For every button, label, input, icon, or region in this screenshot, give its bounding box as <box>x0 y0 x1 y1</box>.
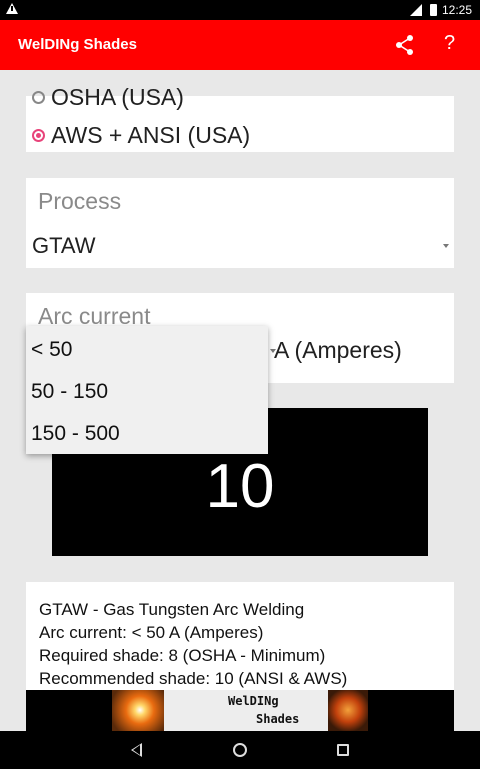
main-content: OSHA (USA) AWS + ANSI (USA) Process GTAW… <box>0 70 480 690</box>
info-arc-line: Arc current: < 50 A (Amperes) <box>39 623 264 642</box>
standard-card: OSHA (USA) AWS + ANSI (USA) <box>26 84 454 152</box>
ad-title-line2: Shades <box>256 712 300 726</box>
app-bar: WelDINg Shades ? <box>0 20 480 70</box>
dropdown-option[interactable]: 150 - 500 <box>31 422 120 446</box>
battery-icon <box>430 4 437 16</box>
radio-label: AWS + ANSI (USA) <box>51 122 251 148</box>
share-icon[interactable] <box>394 34 416 56</box>
shade-value: 10 <box>205 451 275 521</box>
arc-current-dropdown: < 50 50 - 150 150 - 500 <box>26 326 268 454</box>
system-nav-bar <box>0 731 480 769</box>
ad-title-line1: WelDINg <box>228 694 279 708</box>
status-time: 12:25 <box>442 3 473 17</box>
process-card: Process GTAW <box>26 178 454 268</box>
chevron-down-icon[interactable] <box>443 244 449 248</box>
help-button[interactable]: ? <box>444 32 455 55</box>
radio-aws-ansi[interactable]: AWS + ANSI (USA) <box>32 122 250 149</box>
signal-icon <box>410 4 422 16</box>
dropdown-option[interactable]: < 50 <box>31 338 72 362</box>
welding-helmet-image <box>328 690 368 731</box>
info-text: GTAW - Gas Tungsten Arc Welding Arc curr… <box>39 598 347 690</box>
warning-icon <box>6 3 18 14</box>
radio-circle-icon <box>32 91 45 104</box>
app-title: WelDINg Shades <box>18 36 137 53</box>
radio-label: OSHA (USA) <box>51 84 184 110</box>
status-bar: 12:25 <box>0 0 480 20</box>
welding-spark-image <box>112 690 164 731</box>
radio-osha[interactable]: OSHA (USA) <box>32 84 184 111</box>
home-icon[interactable] <box>233 743 247 757</box>
recent-apps-icon[interactable] <box>337 744 349 756</box>
ad-content[interactable]: WelDINg Shades <box>112 690 368 731</box>
back-icon[interactable] <box>131 743 142 757</box>
info-card: GTAW - Gas Tungsten Arc Welding Arc curr… <box>26 582 454 690</box>
process-select[interactable]: GTAW <box>32 233 96 259</box>
process-label: Process <box>38 188 122 214</box>
radio-selected-icon <box>32 129 45 142</box>
dropdown-option[interactable]: 50 - 150 <box>31 380 108 404</box>
info-required-line: Required shade: 8 (OSHA - Minimum) <box>39 646 326 665</box>
info-recommended-line: Recommended shade: 10 (ANSI & AWS) <box>39 669 348 688</box>
arc-current-unit: A (Amperes) <box>274 337 402 363</box>
info-process-line: GTAW - Gas Tungsten Arc Welding <box>39 600 305 619</box>
ad-banner: WelDINg Shades <box>26 690 454 731</box>
